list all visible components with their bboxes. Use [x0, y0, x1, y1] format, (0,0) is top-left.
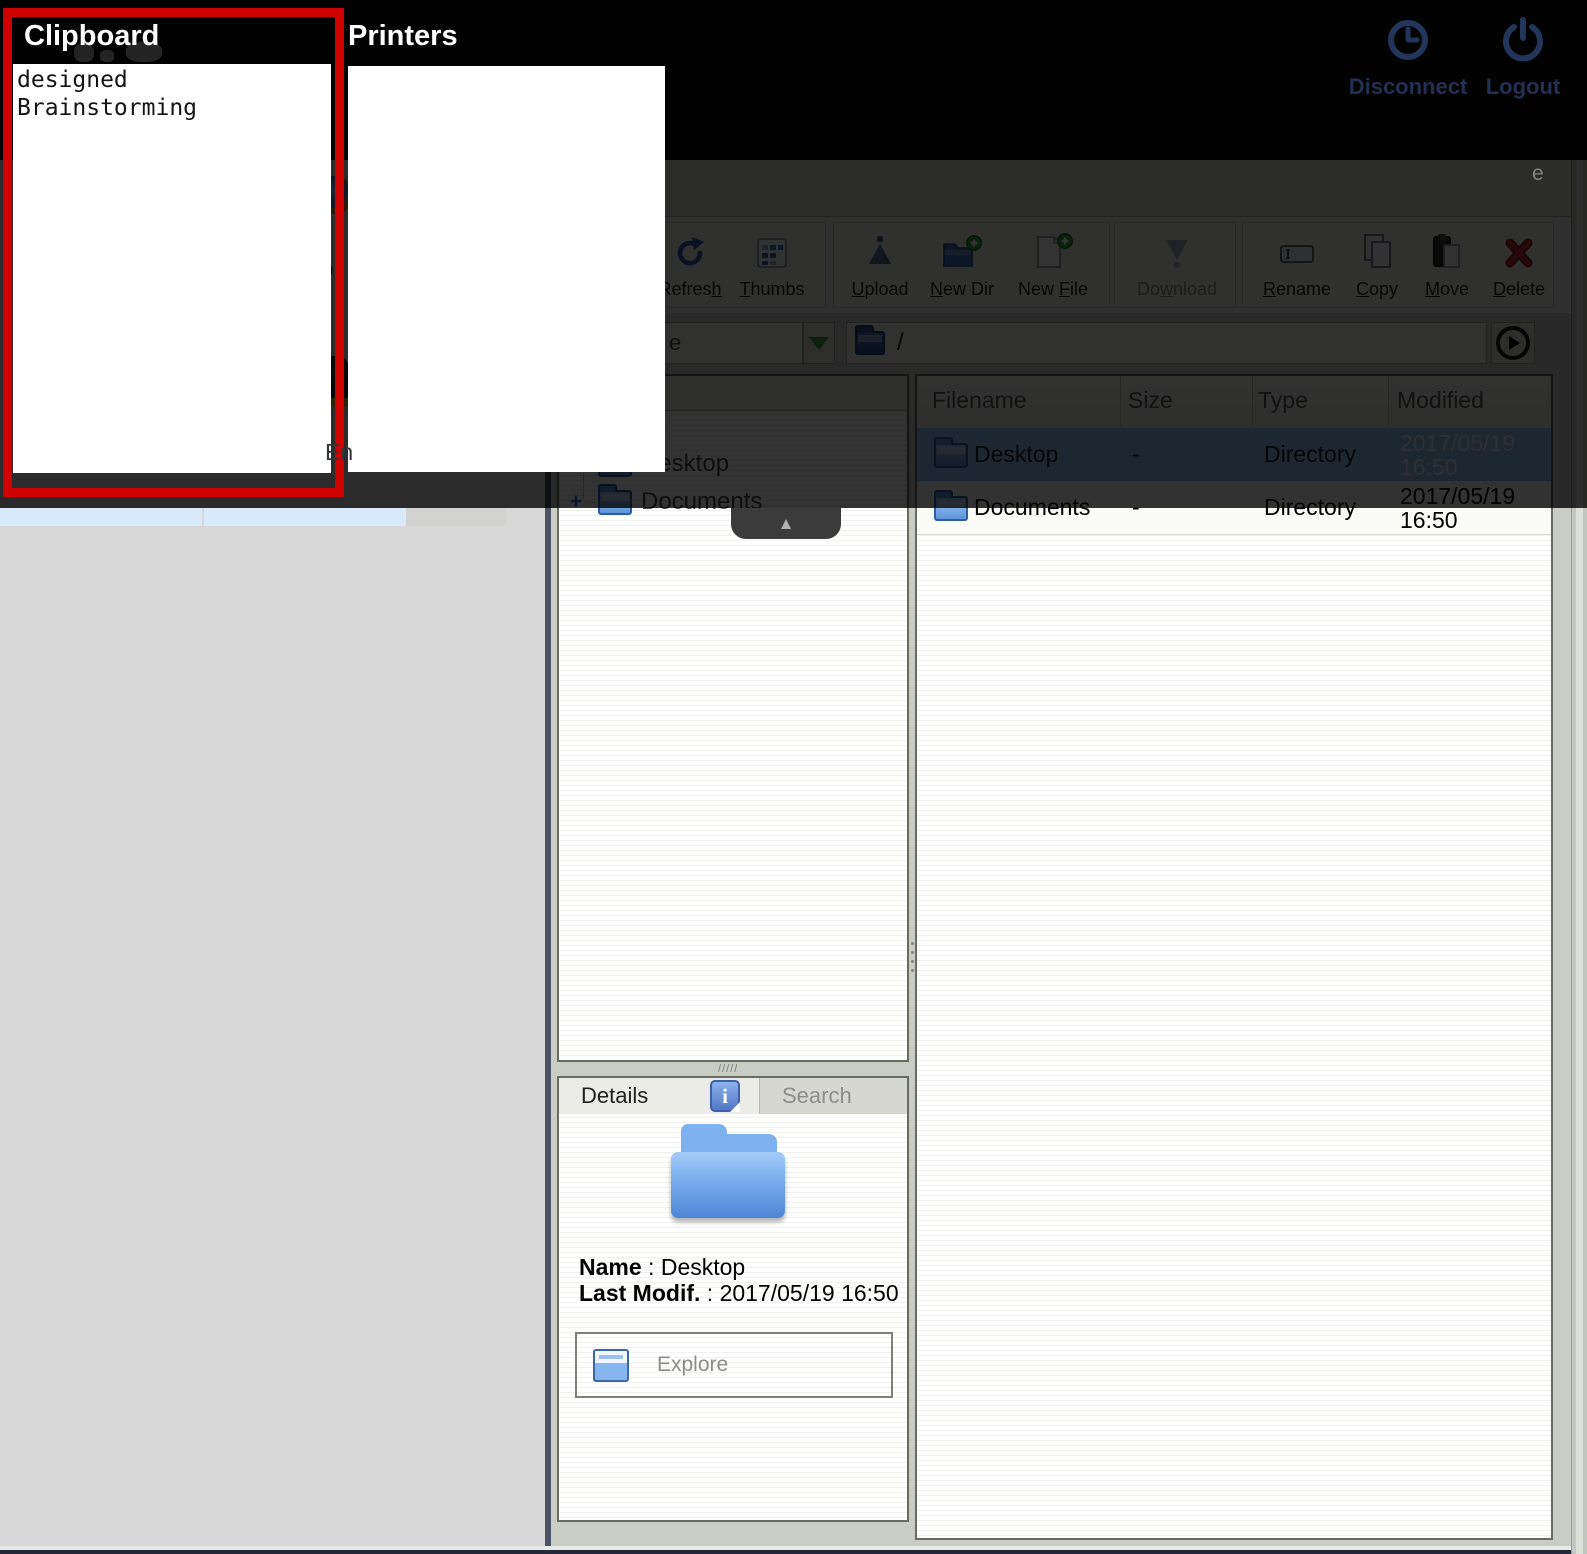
screen: b Refresh Thumbs Upload New Dir: [0, 0, 1587, 1554]
printers-title: Printers: [348, 20, 458, 52]
menu-collapse-handle[interactable]: ▲: [731, 508, 841, 539]
overlay-text-fragment: En: [325, 439, 354, 465]
tab-search-label: Search: [782, 1083, 852, 1108]
detail-modified-value: 2017/05/19 16:50: [719, 1280, 899, 1306]
logout-button[interactable]: Logout: [1478, 16, 1568, 100]
selected-folder-icon: [671, 1124, 787, 1222]
disconnect-button[interactable]: Disconnect: [1346, 16, 1470, 100]
logout-label: Logout: [1485, 74, 1561, 99]
background-selection-band: [204, 508, 406, 526]
detail-name-line: Name : Desktop: [579, 1254, 746, 1280]
background-selection-band: [0, 508, 202, 526]
detail-name-value: Desktop: [660, 1254, 746, 1280]
explore-button[interactable]: Explore: [575, 1332, 893, 1398]
explore-label: Explore: [657, 1353, 729, 1376]
tab-search[interactable]: Search: [759, 1078, 907, 1114]
clipboard-title: Clipboard: [24, 20, 160, 52]
horizontal-splitter[interactable]: /////: [718, 1063, 758, 1075]
collapse-arrow-icon: ▲: [777, 513, 795, 533]
details-panel: Details Search i Name : Desktop Last Mod…: [557, 1076, 909, 1522]
explore-icon: [593, 1348, 629, 1382]
disconnect-label: Disconnect: [1348, 74, 1468, 99]
logout-icon: [1499, 16, 1547, 70]
details-tabs: Details Search i: [559, 1078, 907, 1114]
printers-panel[interactable]: [348, 66, 665, 472]
tab-details-label: Details: [581, 1083, 649, 1108]
title-strip-text-fragment: e: [1532, 162, 1544, 185]
detail-modified-line: Last Modif. : 2017/05/19 16:50: [579, 1280, 899, 1306]
clipboard-textarea[interactable]: designed Brainstorming: [13, 64, 331, 473]
background-band-grey: [406, 508, 506, 526]
detail-modified-label: Last Modif.: [579, 1280, 701, 1306]
file-table-panel: Filename Size Type Modified Desktop - Di…: [915, 374, 1553, 1540]
bottom-edge-dark: [0, 1550, 1587, 1554]
info-icon: i: [710, 1080, 740, 1112]
detail-name-label: Name: [579, 1254, 642, 1280]
disconnect-icon: [1384, 16, 1432, 70]
